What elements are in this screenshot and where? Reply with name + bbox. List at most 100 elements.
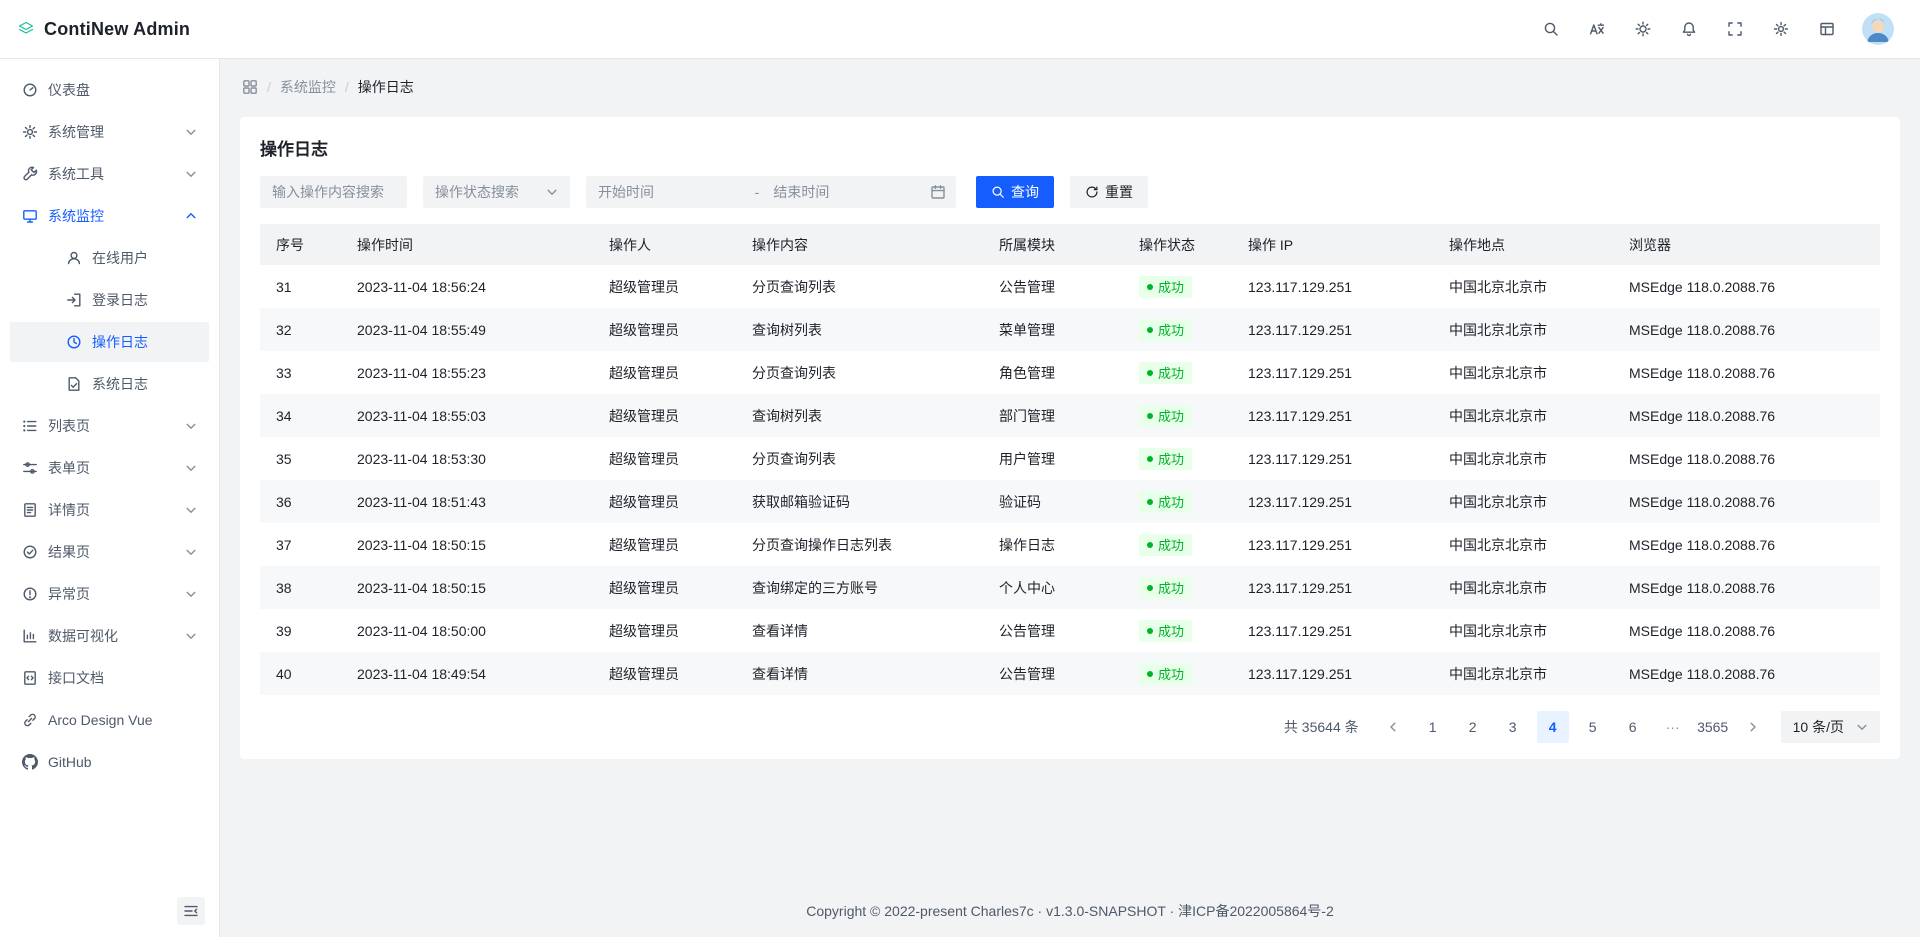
date-range-picker[interactable]: 开始时间 - 结束时间 [586,176,956,208]
list-icon [22,418,38,434]
sidebar-item-arco-design-vue[interactable]: Arco Design Vue [10,700,209,740]
sidebar-item-form-page[interactable]: 表单页 [10,448,209,488]
search-icon [991,185,1005,199]
cell-location: 中国北京北京市 [1433,480,1613,523]
cell-time: 2023-11-04 18:50:15 [341,566,593,609]
reset-button[interactable]: 重置 [1070,176,1148,208]
cell-ip: 123.117.129.251 [1232,394,1433,437]
sidebar-item-system-management[interactable]: 系统管理 [10,112,209,152]
cell-location: 中国北京北京市 [1433,609,1613,652]
chevron-down-icon [544,184,560,200]
login-log-icon [66,292,82,308]
cell-module: 个人中心 [983,566,1123,609]
user-avatar[interactable] [1862,13,1894,45]
refresh-icon [1085,185,1099,199]
sidebar-collapse-button[interactable] [177,897,205,925]
form-icon [22,460,38,476]
sidebar-item-detail-page[interactable]: 详情页 [10,490,209,530]
theme-button[interactable] [1626,12,1660,46]
operation-status-select[interactable]: 操作状态搜索 [423,176,570,208]
next-page-button[interactable] [1737,711,1769,743]
sidebar-item-label: 列表页 [48,416,173,436]
cell-ip: 123.117.129.251 [1232,308,1433,351]
bell-icon [1681,21,1697,37]
sidebar-item-system-log[interactable]: 系统日志 [10,364,209,404]
cell-ip: 123.117.129.251 [1232,265,1433,308]
table-header-row: 序号操作时间操作人操作内容所属模块操作状态操作 IP操作地点浏览器 [260,224,1880,265]
reset-button-label: 重置 [1105,182,1133,202]
table-row: 332023-11-04 18:55:23超级管理员分页查询列表角色管理成功12… [260,351,1880,394]
table-row: 372023-11-04 18:50:15超级管理员分页查询操作日志列表操作日志… [260,523,1880,566]
cell-ip: 123.117.129.251 [1232,437,1433,480]
breadcrumb: / 系统监控 / 操作日志 [242,77,1898,97]
cell-browser: MSEdge 118.0.2088.76 [1613,351,1880,394]
cell-seq: 37 [260,523,341,566]
sun-icon [1635,21,1651,37]
cell-content: 获取邮箱验证码 [736,480,983,523]
system-log-icon [66,376,82,392]
translate-button[interactable] [1580,12,1614,46]
sidebar-item-api-doc[interactable]: 接口文档 [10,658,209,698]
gear-icon [22,124,38,140]
pagination-ellipsis[interactable]: ··· [1657,711,1689,743]
sidebar-item-exception-page[interactable]: 异常页 [10,574,209,614]
sidebar-item-online-users[interactable]: 在线用户 [10,238,209,278]
status-label: 成功 [1158,320,1184,339]
app-title: ContiNew Admin [44,19,190,40]
notification-button[interactable] [1672,12,1706,46]
sidebar-item-result-page[interactable]: 结果页 [10,532,209,572]
logo-area[interactable]: ContiNew Admin [18,19,190,40]
sidebar-item-system-monitor[interactable]: 系统监控 [10,196,209,236]
page-button-4[interactable]: 4 [1537,711,1569,743]
cell-seq: 38 [260,566,341,609]
sidebar-item-label: 仪表盘 [48,80,199,100]
chevron-left-icon [1385,719,1401,735]
search-button[interactable] [1534,12,1568,46]
cell-time: 2023-11-04 18:55:23 [341,351,593,394]
status-badge: 成功 [1139,405,1192,427]
cell-ip: 123.117.129.251 [1232,609,1433,652]
layout-button[interactable] [1810,12,1844,46]
page-button-3565[interactable]: 3565 [1697,711,1729,743]
sidebar-item-data-visualization[interactable]: 数据可视化 [10,616,209,656]
sidebar-item-list-page[interactable]: 列表页 [10,406,209,446]
sidebar-item-system-tools[interactable]: 系统工具 [10,154,209,194]
cell-browser: MSEdge 118.0.2088.76 [1613,652,1880,695]
table-row: 382023-11-04 18:50:15超级管理员查询绑定的三方账号个人中心成… [260,566,1880,609]
github-icon [22,754,38,770]
page-button-5[interactable]: 5 [1577,711,1609,743]
cell-ip: 123.117.129.251 [1232,351,1433,394]
fullscreen-button[interactable] [1718,12,1752,46]
page-button-6[interactable]: 6 [1617,711,1649,743]
sidebar-item-operation-log[interactable]: 操作日志 [10,322,209,362]
operation-content-search-input[interactable] [260,176,407,208]
cell-browser: MSEdge 118.0.2088.76 [1613,480,1880,523]
previous-page-button[interactable] [1377,711,1409,743]
cell-module: 角色管理 [983,351,1123,394]
cell-seq: 36 [260,480,341,523]
cell-time: 2023-11-04 18:53:30 [341,437,593,480]
column-header: 操作地点 [1433,224,1613,265]
sidebar-item-github[interactable]: GitHub [10,742,209,782]
page-button-2[interactable]: 2 [1457,711,1489,743]
breadcrumb-item[interactable]: 系统监控 [280,77,336,97]
page-button-3[interactable]: 3 [1497,711,1529,743]
page-button-1[interactable]: 1 [1417,711,1449,743]
cell-content: 查询绑定的三方账号 [736,566,983,609]
sidebar-item-label: 结果页 [48,542,173,562]
apps-icon[interactable] [242,79,258,95]
sidebar-item-dashboard[interactable]: 仪表盘 [10,70,209,110]
chevron-up-icon [183,208,199,224]
settings-button[interactable] [1764,12,1798,46]
page-size-select[interactable]: 10 条/页 [1781,711,1880,743]
query-button[interactable]: 查询 [976,176,1054,208]
cell-operator: 超级管理员 [593,351,736,394]
sidebar-item-login-log[interactable]: 登录日志 [10,280,209,320]
pagination-total: 共 35644 条 [1284,717,1359,737]
chevron-down-icon [183,124,199,140]
status-label: 成功 [1158,363,1184,382]
status-label: 成功 [1158,492,1184,511]
user-icon [66,250,82,266]
cell-status: 成功 [1123,308,1232,351]
cell-time: 2023-11-04 18:51:43 [341,480,593,523]
